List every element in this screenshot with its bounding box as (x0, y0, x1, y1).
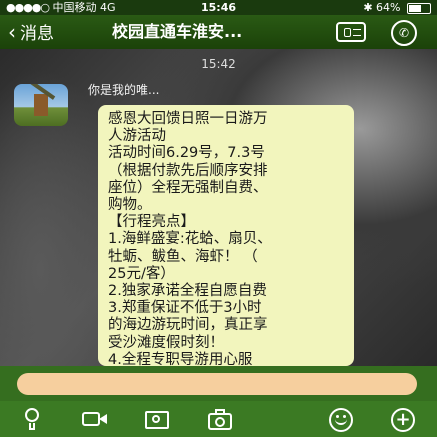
mic-stem (29, 423, 35, 430)
status-bar: ●●●●○ 中国移动 4G 15:46 ✱ 64% (0, 0, 437, 15)
mic-head (25, 408, 39, 422)
message-bubble[interactable]: 感恩大回馈日照一日游万 人游活动 活动时间6.29号，7.3号 （根据付款先后顺序安排… (98, 105, 354, 366)
emoji-eye-left (336, 415, 339, 418)
message-line: 【行程亮点】 (108, 214, 195, 231)
emoji-eye-right (343, 415, 346, 418)
video-lens (99, 414, 107, 424)
previous-message-text: 你是我的唯... (88, 83, 160, 97)
nav-bar: ‹ 消息 校园直通车淮安... ✆ (0, 15, 437, 49)
phone-call-icon[interactable]: ✆ (391, 20, 417, 46)
message-line: 25元/客） (108, 265, 175, 282)
plus-ring: + (391, 408, 415, 432)
message-line: 的海边游玩时间，真正享 (108, 317, 268, 334)
profile-card-icon[interactable] (336, 22, 366, 42)
message-line: 活动时间6.29号，7.3号 (108, 145, 265, 162)
photo-sun (152, 415, 160, 423)
chevron-left-icon: ‹ (8, 20, 16, 44)
message-line: 1.海鲜盛宴:花蛤、扇贝、 (108, 231, 272, 248)
message-line: （根据付款先后顺序安排 (108, 162, 268, 179)
chat-title: 校园直通车淮安... (112, 22, 243, 41)
camera-icon[interactable] (207, 406, 235, 434)
chat-toolbar: + (0, 401, 437, 437)
message-input[interactable] (17, 373, 417, 395)
video-body (82, 412, 100, 426)
windmill-image (34, 94, 48, 116)
back-button[interactable]: ‹ 消息 (8, 20, 54, 46)
message-line: 人游活动 (108, 128, 166, 145)
message-line: 3.郑重保证不低于3小时 (108, 300, 262, 317)
message-timestamp: 15:42 (201, 57, 236, 71)
input-bar (0, 366, 437, 401)
bluetooth-icon: ✱ (363, 1, 373, 14)
video-call-icon[interactable] (81, 406, 109, 434)
emoji-icon[interactable] (327, 406, 355, 434)
message-line: 受沙滩度假时刻！ (108, 334, 224, 351)
message-line: 2.独家承诺全程自愿自费 (108, 283, 267, 300)
plus-icon[interactable]: + (389, 406, 417, 434)
voice-icon[interactable] (18, 406, 46, 434)
back-label: 消息 (20, 24, 54, 44)
message-line: 座位）全程无强制自费、 (108, 179, 268, 196)
message-line: 4.全程专职导游用心服 (108, 351, 253, 366)
photo-icon[interactable] (144, 406, 172, 434)
message-line: 感恩大回馈日照一日游万 (108, 111, 268, 127)
battery-fill (409, 4, 421, 12)
message-line: 购物。 (108, 197, 152, 214)
camera-lens (215, 417, 225, 427)
message-line: 牡蛎、鲅鱼、海虾！ （ (108, 248, 258, 265)
chat-area[interactable]: 15:42 你是我的唯... 感恩大回馈日照一日游万 人游活动 活动时间6.29号，… (0, 49, 437, 366)
battery-icon (407, 2, 431, 14)
battery-info: ✱ 64% (363, 0, 431, 15)
sender-avatar[interactable] (14, 84, 68, 126)
battery-percent: 64% (376, 1, 401, 14)
